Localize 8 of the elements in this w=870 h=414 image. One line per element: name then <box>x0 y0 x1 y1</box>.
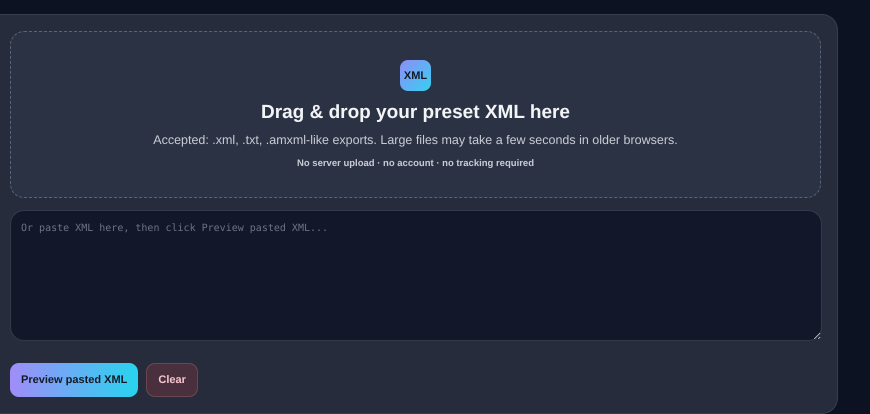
drop-zone-description: Accepted: .xml, .txt, .amxml-like exports. Large files may take a few seconds in older browsers. <box>153 133 678 147</box>
paste-xml-field[interactable]: Or paste XML here, then click Preview pasted XML... <box>10 210 822 341</box>
preview-button[interactable]: Preview pasted XML <box>10 363 138 397</box>
xml-badge-icon: XML <box>400 60 431 91</box>
drop-zone-title: Drag & drop your preset XML here <box>261 102 570 124</box>
clear-button[interactable]: Clear <box>146 363 198 397</box>
privacy-note: No server upload · no account · no tracking required <box>296 158 534 169</box>
drop-zone[interactable]: XML Drag & drop your preset XML here Accepted: .xml, .txt, .amxml-like exports. Large files may take a few seconds in older browsers. No server upload · no account · no tracking required <box>10 31 821 198</box>
